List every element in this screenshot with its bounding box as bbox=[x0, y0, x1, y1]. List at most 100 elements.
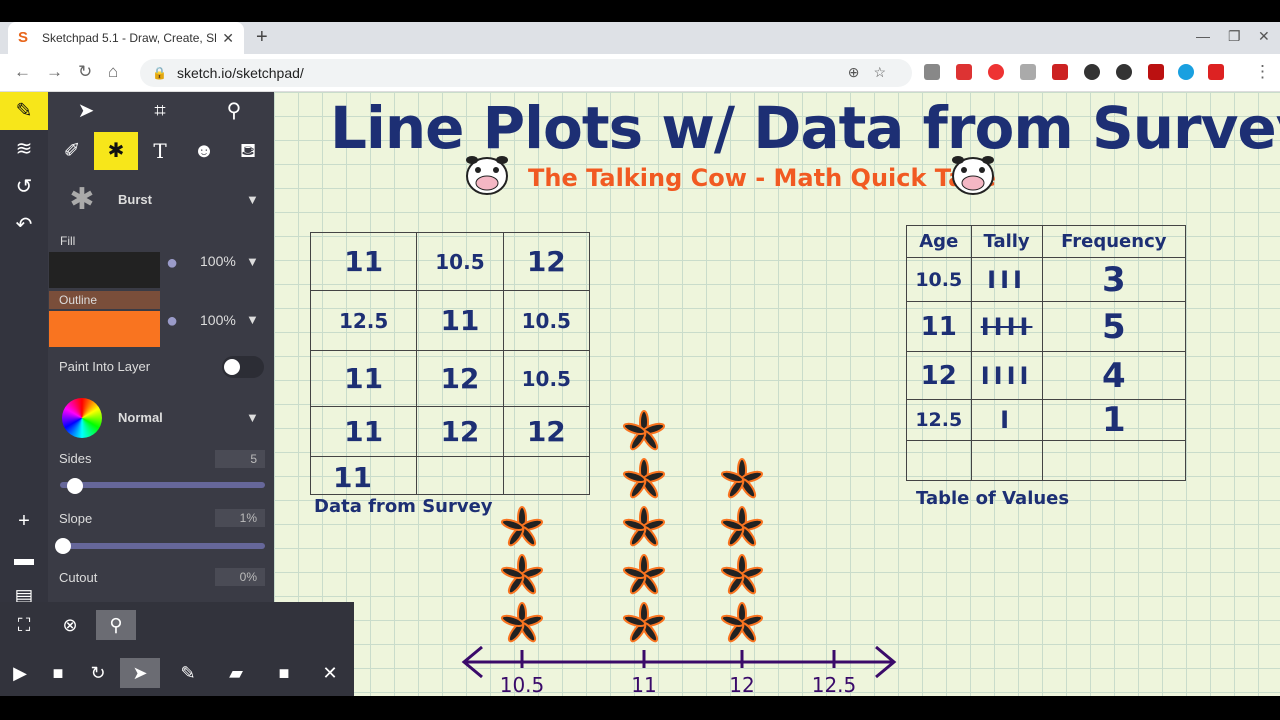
outline-swatch[interactable] bbox=[49, 311, 160, 347]
fill-label: Fill bbox=[60, 234, 76, 248]
zoom-icon[interactable]: ⚲ bbox=[96, 610, 136, 640]
table-cell bbox=[970, 440, 1043, 481]
restart-icon[interactable]: ↻ bbox=[78, 658, 118, 688]
undo-icon[interactable]: ↶ bbox=[2, 206, 46, 244]
fill-dropdown-icon[interactable]: ▼ bbox=[246, 254, 259, 269]
table-cell: 10.5 bbox=[906, 257, 972, 302]
extension-icon[interactable] bbox=[1084, 64, 1100, 80]
blend-dropdown-icon[interactable]: ▼ bbox=[246, 410, 259, 425]
sides-slider[interactable] bbox=[60, 482, 265, 488]
tools-icon[interactable]: ✎ bbox=[0, 92, 48, 130]
slope-slider[interactable] bbox=[60, 543, 265, 549]
extension-icon[interactable] bbox=[956, 64, 972, 80]
table-cell: 10.5 bbox=[416, 232, 504, 291]
burst-icon[interactable]: ✱ bbox=[94, 132, 138, 170]
brush-dropdown-icon[interactable]: ▼ bbox=[246, 192, 259, 207]
omnibox-actions[interactable]: ⊕☆ bbox=[848, 64, 900, 81]
table-cell: 3 bbox=[1041, 257, 1187, 302]
table-cell: 11 bbox=[309, 456, 418, 495]
axis-tick-label: 12.5 bbox=[812, 673, 857, 696]
emoji-icon[interactable]: ☻ bbox=[182, 132, 226, 170]
restore-icon[interactable]: ❐ bbox=[1228, 28, 1241, 45]
slope-slider-knob[interactable] bbox=[55, 538, 71, 554]
drawing-canvas[interactable]: Line Plots w/ Data from Surveys The Talk… bbox=[274, 92, 1280, 696]
menu-icon[interactable]: ⋮ bbox=[1254, 62, 1271, 82]
paint-into-layer-toggle[interactable] bbox=[222, 356, 264, 378]
text-icon[interactable]: T bbox=[138, 132, 182, 170]
address-bar[interactable]: 🔒 sketch.io/sketchpad/ ⊕☆ bbox=[140, 59, 912, 87]
fill-opacity[interactable]: 100% bbox=[200, 253, 236, 269]
brush-icon[interactable]: ✐ bbox=[50, 132, 94, 170]
tab-sketchpad[interactable]: S Sketchpad 5.1 - Draw, Create, Sh ✕ bbox=[8, 22, 244, 54]
sides-label: Sides bbox=[59, 451, 92, 466]
page-content: ✎ ≋ ↺ ↶ + ▬ ▤ ➤ ⌗ ⚲ ✐ ✱ T ☻ ⛾ ✱ Burst ▼ … bbox=[0, 92, 1280, 696]
table-cell: 12.5 bbox=[906, 399, 972, 441]
select-icon[interactable]: ➤ bbox=[64, 92, 108, 130]
url-text: sketch.io/sketchpad/ bbox=[176, 65, 304, 81]
extension-icon[interactable] bbox=[1020, 64, 1036, 80]
close-window-icon[interactable]: ✕ bbox=[1258, 28, 1270, 45]
pen-icon[interactable]: ✎ bbox=[168, 658, 208, 688]
minimize-icon[interactable]: — bbox=[1196, 28, 1210, 44]
disable-icon[interactable]: ⊗ bbox=[50, 610, 90, 640]
values-table: Age Tally Frequency 10.5 III 3 11 IIII 5 12 IIII 4 1… bbox=[906, 225, 1187, 481]
history-icon[interactable]: ↺ bbox=[2, 168, 46, 206]
camera-icon[interactable]: ■ bbox=[264, 658, 304, 688]
table-cell: 11 bbox=[906, 301, 972, 352]
tab-strip: S Sketchpad 5.1 - Draw, Create, Sh ✕ + —… bbox=[0, 22, 1280, 54]
cow-icon bbox=[466, 156, 508, 195]
folder-icon[interactable]: ▬ bbox=[2, 540, 46, 578]
fill-swatch[interactable] bbox=[49, 252, 160, 288]
column-header: Frequency bbox=[1041, 225, 1187, 258]
new-tab-button[interactable]: + bbox=[256, 26, 268, 49]
data-point bbox=[500, 506, 544, 547]
forward-icon[interactable]: → bbox=[46, 62, 63, 82]
cow-icon bbox=[952, 156, 994, 195]
data-point bbox=[500, 602, 544, 643]
search-icon[interactable]: ⚲ bbox=[212, 92, 256, 130]
axis-tick-label: 12 bbox=[729, 673, 754, 696]
reload-icon[interactable]: ↻ bbox=[78, 62, 92, 82]
table-cell: 12 bbox=[502, 232, 591, 291]
layers-icon[interactable]: ≋ bbox=[2, 130, 46, 168]
extension-icon[interactable] bbox=[924, 64, 940, 80]
pdf-extension-icon[interactable] bbox=[1148, 64, 1164, 80]
sides-slider-knob[interactable] bbox=[67, 478, 83, 494]
close-icon[interactable]: ✕ bbox=[310, 658, 350, 688]
play-icon[interactable]: ▶ bbox=[0, 658, 40, 688]
extension-icon[interactable] bbox=[988, 64, 1004, 80]
screenshot-region-icon[interactable]: ⛶ bbox=[4, 610, 44, 640]
burst-shape-icon: ✱ bbox=[69, 183, 95, 216]
crop-icon[interactable]: ⌗ bbox=[138, 92, 182, 130]
stop-icon[interactable]: ■ bbox=[38, 658, 78, 688]
table-cell: 10.5 bbox=[502, 290, 591, 351]
data-point bbox=[720, 602, 764, 643]
pointer-icon[interactable]: ➤ bbox=[120, 658, 160, 688]
browser-window: S Sketchpad 5.1 - Draw, Create, Sh ✕ + —… bbox=[0, 0, 1280, 720]
data-point bbox=[720, 458, 764, 499]
back-icon[interactable]: ← bbox=[14, 62, 31, 82]
outline-opacity[interactable]: 100% bbox=[200, 312, 236, 328]
extension-icon[interactable] bbox=[1208, 64, 1224, 80]
tab-close-icon[interactable]: ✕ bbox=[222, 30, 234, 47]
skype-extension-icon[interactable] bbox=[1178, 64, 1194, 80]
data-point bbox=[720, 554, 764, 595]
table-cell: 12.5 bbox=[309, 290, 418, 351]
blend-mode-value[interactable]: Normal bbox=[118, 410, 163, 425]
recording-toolbar: ⛶ ⊗ ⚲ ▶ ■ ↻ ➤ ✎ ▰ ■ ✕ bbox=[0, 602, 354, 696]
add-icon[interactable]: + bbox=[2, 502, 46, 540]
data-point bbox=[622, 506, 666, 547]
outline-dropdown-icon[interactable]: ▼ bbox=[246, 312, 259, 327]
home-icon[interactable]: ⌂ bbox=[108, 62, 118, 82]
extension-icon[interactable] bbox=[1116, 64, 1132, 80]
fill-bucket-icon[interactable]: ⛾ bbox=[226, 132, 270, 170]
column-header: Age bbox=[906, 225, 972, 258]
extension-icon[interactable] bbox=[1052, 64, 1068, 80]
cutout-value[interactable]: 0% bbox=[215, 568, 265, 586]
slope-value[interactable]: 1% bbox=[215, 509, 265, 527]
table-cell: 4 bbox=[1041, 351, 1187, 400]
highlighter-icon[interactable]: ▰ bbox=[216, 658, 256, 688]
sketchpad-favicon-icon: S bbox=[18, 29, 29, 46]
data-point bbox=[500, 554, 544, 595]
sides-value[interactable]: 5 bbox=[215, 450, 265, 468]
